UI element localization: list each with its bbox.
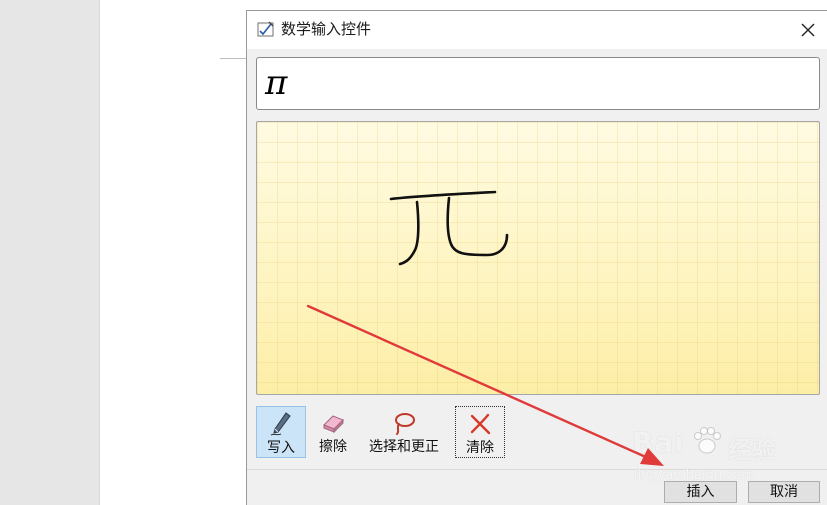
insert-button[interactable]: 插入 bbox=[664, 481, 737, 503]
formula-preview: π bbox=[256, 57, 820, 110]
lasso-icon bbox=[395, 413, 415, 435]
clear-tool-label: 清除 bbox=[466, 440, 494, 456]
erase-tool-button[interactable]: 擦除 bbox=[311, 406, 355, 458]
dialog-titlebar: 数学输入控件 bbox=[247, 11, 827, 49]
cancel-button[interactable]: 取消 bbox=[748, 481, 820, 503]
eraser-icon bbox=[323, 415, 344, 434]
close-button[interactable] bbox=[789, 11, 827, 49]
select-correct-tool-label: 选择和更正 bbox=[369, 439, 439, 455]
preview-formula-text: π bbox=[265, 63, 288, 103]
erase-tool-label: 擦除 bbox=[319, 439, 347, 455]
handwritten-pi-ink bbox=[389, 190, 509, 266]
clear-x-icon bbox=[470, 413, 491, 435]
screen: 数学输入控件 π 写入 擦除 选择和更正 清除 插入 取消 Bai 经验 jin… bbox=[0, 0, 827, 505]
ink-toolbar: 写入 擦除 选择和更正 清除 bbox=[255, 406, 815, 460]
pen-icon bbox=[270, 412, 291, 436]
dialog-title: 数学输入控件 bbox=[281, 20, 372, 38]
math-input-dialog: 数学输入控件 π 写入 擦除 选择和更正 清除 插入 取消 bbox=[246, 10, 827, 505]
close-icon bbox=[801, 23, 815, 37]
dialog-footer: 插入 取消 bbox=[247, 469, 827, 505]
handwriting-canvas[interactable] bbox=[256, 121, 820, 395]
write-tool-label: 写入 bbox=[267, 440, 295, 456]
write-tool-button[interactable]: 写入 bbox=[256, 406, 306, 458]
math-input-icon bbox=[257, 21, 274, 37]
select-correct-tool-button[interactable]: 选择和更正 bbox=[359, 406, 449, 458]
clear-tool-button[interactable]: 清除 bbox=[455, 406, 505, 458]
